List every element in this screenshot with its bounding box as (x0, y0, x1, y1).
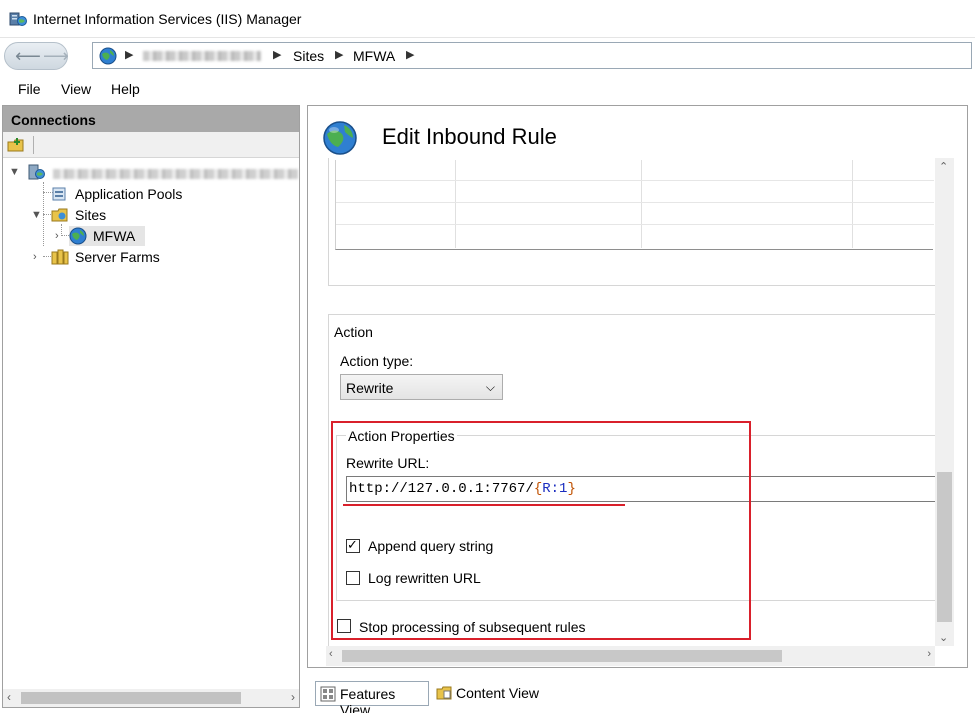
breadcrumb-separator-icon[interactable]: ▶ (273, 48, 281, 61)
iis-manager-icon (9, 12, 27, 26)
menu-bar: File View Help (0, 73, 975, 103)
action-type-label: Action type: (340, 353, 414, 369)
window-title: Internet Information Services (IIS) Mana… (33, 11, 302, 27)
application-pools-icon (52, 187, 66, 201)
toolbar-separator (33, 136, 34, 154)
tree-label: Sites (75, 207, 107, 223)
scroll-down-icon[interactable]: ⌄ (939, 631, 948, 644)
create-connection-icon[interactable] (7, 136, 25, 154)
breadcrumb-separator-icon[interactable]: ▶ (125, 48, 133, 61)
breadcrumb-redacted-server[interactable] (143, 51, 261, 61)
annotation-underline (343, 504, 625, 506)
grid-column-divider (852, 160, 853, 248)
title-bar: Internet Information Services (IIS) Mana… (0, 0, 975, 38)
address-bar: ⟵ ⟶ ▶ ▶ Sites ▶ MFWA ▶ (0, 38, 975, 73)
grid-row-divider (336, 202, 934, 203)
breadcrumb-separator-icon[interactable]: ▶ (335, 48, 343, 61)
breadcrumb-item-mfwa[interactable]: MFWA (353, 48, 395, 64)
server-name-redacted[interactable] (53, 169, 298, 179)
view-tabs: Features View Content View (307, 680, 968, 713)
tree-item-mfwa[interactable]: MFWA (69, 226, 145, 246)
expand-chevron-right-icon[interactable]: › (55, 230, 59, 242)
connections-toolbar (3, 132, 299, 158)
tab-label: Content View (456, 685, 540, 701)
tree-item-sites[interactable]: Sites (51, 205, 131, 225)
grid-row-divider (336, 180, 934, 181)
action-type-value: Rewrite (346, 380, 394, 396)
tab-features-view[interactable]: Features View (315, 681, 429, 713)
tree-item-application-pools[interactable]: Application Pools (51, 184, 211, 204)
navigation-buttons: ⟵ ⟶ (4, 42, 69, 70)
features-view-icon (320, 686, 336, 702)
conditions-grid[interactable] (335, 160, 934, 250)
server-icon (28, 164, 45, 180)
scroll-left-icon[interactable]: ‹ (7, 690, 11, 704)
scroll-left-icon[interactable]: ‹ (329, 648, 333, 660)
menu-file[interactable]: File (18, 81, 41, 97)
scroll-right-icon[interactable]: › (291, 690, 295, 704)
scroll-thumb[interactable] (342, 650, 782, 662)
menu-view[interactable]: View (61, 81, 91, 97)
tree-connector (43, 214, 51, 215)
feature-horizontal-scrollbar[interactable]: ‹ › (326, 646, 935, 666)
annotation-highlight-box (331, 421, 751, 640)
url-rewrite-globe-icon (323, 121, 357, 155)
feature-pane: Edit Inbound Rule Action Action type: Re… (307, 105, 968, 668)
back-arrow-icon[interactable]: ⟵ (15, 46, 41, 67)
page-title: Edit Inbound Rule (382, 124, 557, 149)
tree-connector (61, 235, 69, 236)
feature-vertical-scrollbar[interactable]: ⌃ ⌄ (935, 158, 954, 646)
grid-row-divider (336, 224, 934, 225)
rule-editor-content: Action Action type: Rewrite ⌵ Action Pro… (308, 158, 935, 646)
breadcrumb-separator-icon[interactable]: ▶ (406, 48, 414, 61)
tree-item-server-farms[interactable]: Server Farms (51, 247, 181, 267)
connections-pane: Connections ▼ Application Pools ▼ Sites … (2, 105, 300, 708)
scroll-thumb[interactable] (937, 472, 952, 622)
tree-label: MFWA (93, 228, 136, 244)
grid-column-divider (455, 160, 456, 248)
expand-chevron-right-icon[interactable]: › (33, 251, 37, 263)
menu-help[interactable]: Help (111, 81, 140, 97)
page-header: Edit Inbound Rule (308, 106, 967, 158)
sites-folder-icon (51, 208, 68, 222)
expand-chevron-down-icon[interactable]: ▼ (9, 166, 20, 178)
breadcrumb-item-sites[interactable]: Sites (293, 48, 324, 64)
tree-label: Application Pools (75, 186, 183, 202)
expand-chevron-down-icon[interactable]: ▼ (31, 209, 42, 221)
scroll-right-icon[interactable]: › (927, 648, 931, 660)
action-type-select[interactable]: Rewrite ⌵ (340, 374, 503, 400)
globe-icon (99, 47, 117, 65)
content-view-icon (436, 686, 452, 700)
action-section-title: Action (334, 324, 373, 340)
website-globe-icon (69, 227, 87, 245)
scroll-thumb[interactable] (21, 692, 241, 704)
forward-arrow-icon[interactable]: ⟶ (43, 46, 69, 67)
server-farms-icon (51, 249, 69, 265)
grid-column-divider (641, 160, 642, 248)
tab-content-view[interactable]: Content View (432, 681, 544, 706)
tree-label: Server Farms (75, 249, 160, 265)
tree-connector (43, 256, 51, 257)
breadcrumb[interactable]: ▶ ▶ Sites ▶ MFWA ▶ (92, 42, 972, 69)
tab-label: Features View (340, 686, 396, 713)
scroll-up-icon[interactable]: ⌃ (939, 160, 948, 173)
chevron-down-icon: ⌵ (485, 380, 495, 394)
connections-tree: ▼ Application Pools ▼ Sites › MFWA › Ser… (3, 158, 299, 678)
connections-horizontal-scrollbar[interactable]: ‹ › (3, 689, 299, 707)
connections-header: Connections (3, 106, 299, 132)
